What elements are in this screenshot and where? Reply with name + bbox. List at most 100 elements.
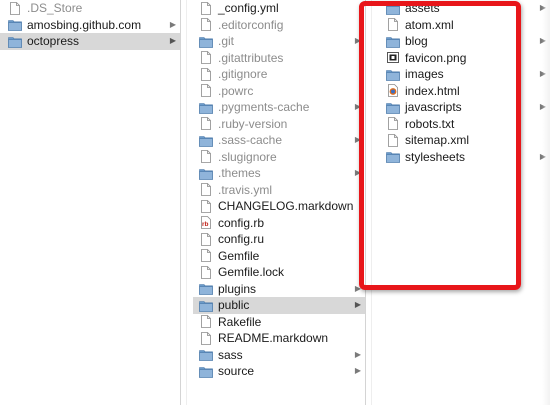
document-icon (199, 232, 213, 246)
item-label: .pygments-cache (218, 100, 310, 114)
chevron-right-icon: ▶ (354, 349, 361, 359)
item-label: _config.yml (218, 1, 279, 15)
item-label: .gitattributes (218, 50, 284, 65)
html-file-icon (386, 84, 400, 98)
item-label: README.markdown (218, 331, 329, 345)
image-file-icon (386, 51, 400, 64)
chevron-right-icon: ▶ (354, 168, 361, 177)
item-label: source (218, 364, 255, 378)
document-icon (199, 117, 213, 131)
list-item[interactable]: _config.yml (193, 0, 365, 17)
folder-icon (8, 35, 22, 48)
chevron-right-icon: ▶ (169, 36, 176, 45)
list-item[interactable]: .powrc (193, 83, 365, 100)
list-item[interactable]: .travis.yml (193, 182, 365, 199)
document-icon (386, 133, 400, 147)
document-icon (199, 84, 213, 98)
document-icon (199, 18, 213, 32)
list-item[interactable]: .ruby-version (193, 116, 365, 133)
folder-icon (386, 35, 400, 48)
list-item[interactable]: public ▶ (193, 297, 365, 314)
item-label: amosbing.github.com (27, 17, 142, 32)
list-item[interactable]: atom.xml (381, 17, 550, 34)
item-label: .DS_Store (27, 1, 83, 15)
item-label: images (405, 67, 444, 81)
item-label: .sass-cache (218, 133, 283, 147)
column-right[interactable]: assets▶atom.xmlblog▶favicon.pngimages▶in… (381, 0, 550, 405)
column-left[interactable]: .DS_Store amosbing.github.com ▶ octopress ▶ (0, 0, 180, 405)
item-label: robots.txt (405, 116, 455, 131)
document-icon (199, 67, 213, 81)
list-item[interactable]: stylesheets▶ (381, 149, 550, 166)
document-icon (199, 199, 213, 213)
list-item[interactable]: config.ru (193, 231, 365, 248)
item-label: index.html (405, 83, 460, 98)
folder-icon (199, 101, 213, 114)
item-label: plugins (218, 281, 257, 296)
list-item[interactable]: amosbing.github.com ▶ (0, 17, 180, 34)
list-item[interactable]: images▶ (381, 66, 550, 83)
list-item[interactable]: .slugignore (193, 149, 365, 166)
document-icon (199, 150, 213, 164)
list-item[interactable]: Rakefile (193, 314, 365, 331)
folder-icon (199, 167, 213, 180)
list-item[interactable]: octopress ▶ (0, 33, 180, 50)
folder-icon (386, 150, 400, 164)
folder-icon (8, 18, 22, 32)
document-icon (199, 51, 213, 65)
list-item[interactable]: source ▶ (193, 363, 365, 380)
chevron-right-icon: ▶ (354, 36, 361, 45)
chevron-right-icon: ▶ (354, 366, 361, 375)
list-item[interactable]: .DS_Store (0, 0, 180, 17)
folder-icon (199, 299, 213, 312)
list-item[interactable]: robots.txt (381, 116, 550, 133)
list-item[interactable]: .themes ▶ (193, 165, 365, 182)
column-middle[interactable]: _config.yml .editorconfig .git ▶ .gitattribu… (193, 0, 365, 405)
list-item[interactable]: favicon.png (381, 50, 550, 67)
list-item[interactable]: rb config.rb (193, 215, 365, 232)
list-item[interactable]: index.html (381, 83, 550, 100)
folder-icon (199, 365, 213, 378)
list-item[interactable]: .gitignore (193, 66, 365, 83)
list-item[interactable]: blog▶ (381, 33, 550, 50)
column-browser: .DS_Store amosbing.github.com ▶ octopress ▶ … (0, 0, 550, 405)
list-item[interactable]: CHANGELOG.markdown (193, 198, 365, 215)
list-item[interactable]: javascripts▶ (381, 99, 550, 116)
item-label: .ruby-version (218, 116, 288, 131)
list-item[interactable]: sitemap.xml (381, 132, 550, 149)
folder-icon (386, 68, 400, 81)
list-item[interactable]: assets▶ (381, 0, 550, 17)
document-icon (199, 265, 213, 279)
folder-icon (199, 348, 213, 362)
folder-icon (199, 282, 213, 296)
list-item[interactable]: .sass-cache ▶ (193, 132, 365, 149)
document-icon (199, 249, 213, 263)
folder-icon (386, 101, 400, 114)
list-item[interactable]: .git ▶ (193, 33, 365, 50)
list-item[interactable]: plugins ▶ (193, 281, 365, 298)
document-icon (386, 117, 400, 131)
list-item[interactable]: sass ▶ (193, 347, 365, 364)
list-item[interactable]: .editorconfig (193, 17, 365, 34)
document-icon (8, 1, 22, 15)
item-label: javascripts (405, 100, 462, 114)
list-item[interactable]: .gitattributes (193, 50, 365, 67)
torn-edge (542, 0, 550, 405)
column-resize-handle[interactable] (181, 0, 193, 405)
chevron-right-icon: ▶ (169, 19, 176, 29)
chevron-right-icon: ▶ (354, 300, 361, 309)
list-item[interactable]: Gemfile (193, 248, 365, 265)
list-item[interactable]: Gemfile.lock (193, 264, 365, 281)
list-item[interactable]: .pygments-cache ▶ (193, 99, 365, 116)
list-item[interactable]: README.markdown (193, 330, 365, 347)
document-icon (199, 331, 213, 345)
chevron-right-icon: ▶ (354, 102, 361, 111)
folder-icon (386, 2, 400, 15)
item-label: config.rb (218, 215, 265, 230)
item-label: blog (405, 34, 428, 48)
column-resize-handle[interactable] (366, 0, 378, 405)
document-icon (199, 315, 213, 329)
item-label: .themes (218, 166, 261, 180)
item-label: stylesheets (405, 149, 466, 164)
item-label: .slugignore (218, 149, 277, 164)
